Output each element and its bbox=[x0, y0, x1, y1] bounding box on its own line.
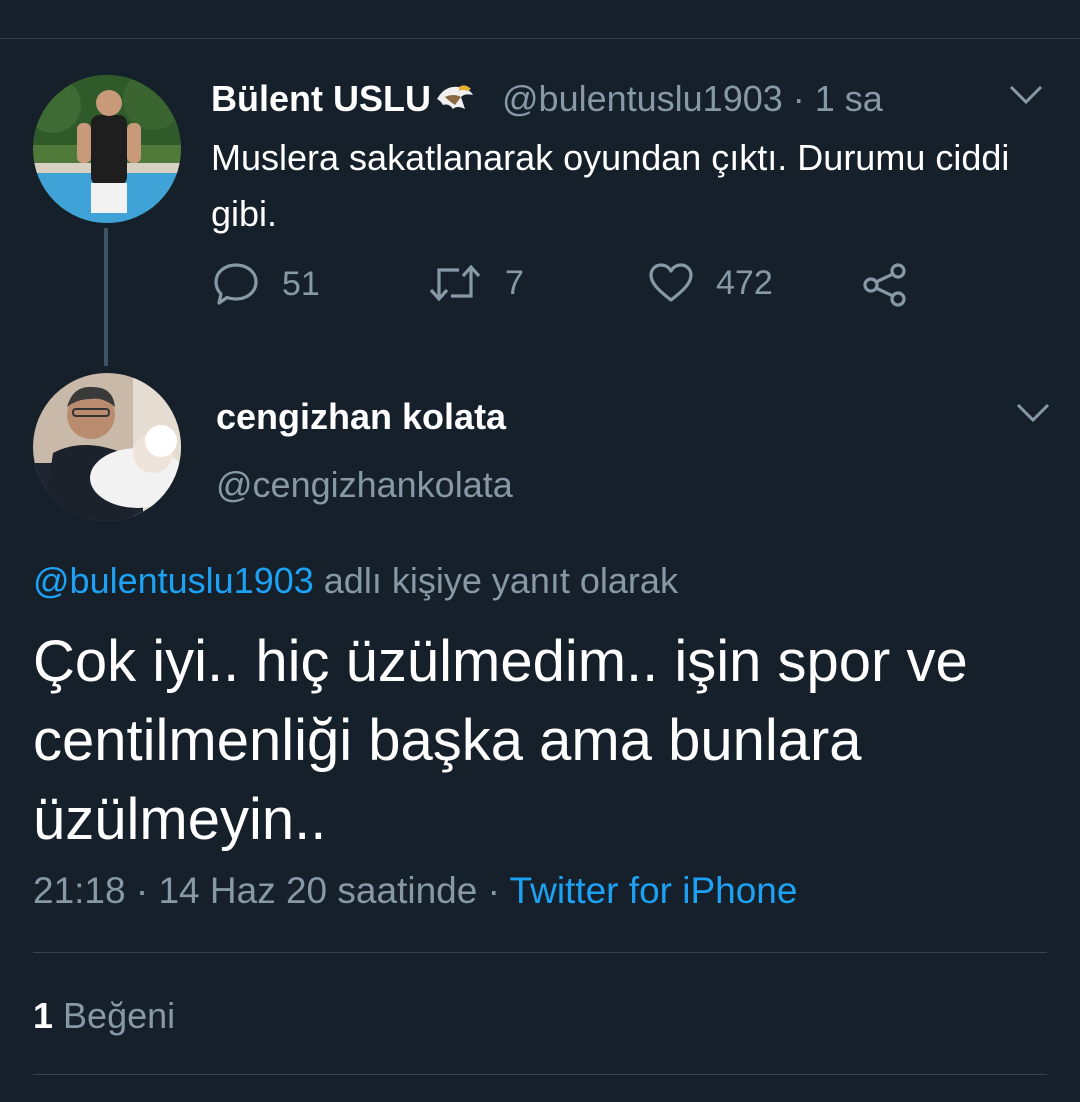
timestamp[interactable]: 21:18 · 14 Haz 20 saatinde bbox=[33, 870, 477, 911]
likes-count: 1 bbox=[33, 995, 54, 1036]
chevron-down-icon[interactable] bbox=[1015, 402, 1051, 429]
top-divider bbox=[0, 38, 1080, 39]
share-button[interactable] bbox=[862, 262, 930, 308]
author-name[interactable]: Bülent USLU bbox=[211, 78, 475, 124]
avatar[interactable] bbox=[33, 75, 181, 223]
share-icon bbox=[863, 263, 906, 307]
author-handle[interactable]: @cengizhankolata bbox=[216, 464, 513, 506]
avatar[interactable] bbox=[33, 373, 181, 521]
retweet-icon bbox=[429, 264, 481, 302]
retweet-button[interactable]: 7 bbox=[427, 262, 524, 304]
author-handle[interactable]: @bulentuslu1903 bbox=[502, 78, 783, 119]
replying-to-handle[interactable]: @bulentuslu1903 bbox=[33, 560, 314, 601]
meta-separator: · bbox=[487, 870, 500, 911]
reply-icon bbox=[214, 263, 258, 305]
divider bbox=[33, 1074, 1047, 1075]
reply-count: 51 bbox=[282, 264, 320, 303]
chevron-down-icon[interactable] bbox=[1008, 84, 1044, 111]
divider bbox=[33, 952, 1047, 953]
like-count: 472 bbox=[716, 263, 773, 302]
likes-summary[interactable]: 1 Beğeni bbox=[33, 995, 175, 1037]
author-name-text: Bülent USLU bbox=[211, 78, 431, 119]
replying-to: @bulentuslu1903 adlı kişiye yanıt olarak bbox=[33, 560, 678, 602]
tweet-text: Muslera sakatlanarak oyundan çıktı. Duru… bbox=[211, 137, 1010, 234]
author-handle-line[interactable]: @bulentuslu1903 · 1 sa bbox=[502, 78, 883, 120]
eagle-icon bbox=[435, 79, 475, 124]
retweet-count: 7 bbox=[505, 263, 524, 302]
author-name[interactable]: cengizhan kolata bbox=[216, 396, 506, 438]
thread-line bbox=[104, 228, 108, 366]
source-link[interactable]: Twitter for iPhone bbox=[510, 870, 798, 911]
tweet-time[interactable]: 1 sa bbox=[815, 78, 883, 119]
like-button[interactable]: 472 bbox=[648, 262, 773, 304]
replying-to-label: adlı kişiye yanıt olarak bbox=[323, 560, 678, 601]
likes-label: Beğeni bbox=[63, 995, 176, 1036]
reply-text: Çok iyi.. hiç üzülmedim.. işin spor ve c… bbox=[33, 629, 968, 852]
tweet-meta: 21:18 · 14 Haz 20 saatinde · Twitter for… bbox=[33, 870, 797, 912]
reply-button[interactable]: 51 bbox=[214, 262, 320, 306]
heart-icon bbox=[649, 263, 693, 302]
